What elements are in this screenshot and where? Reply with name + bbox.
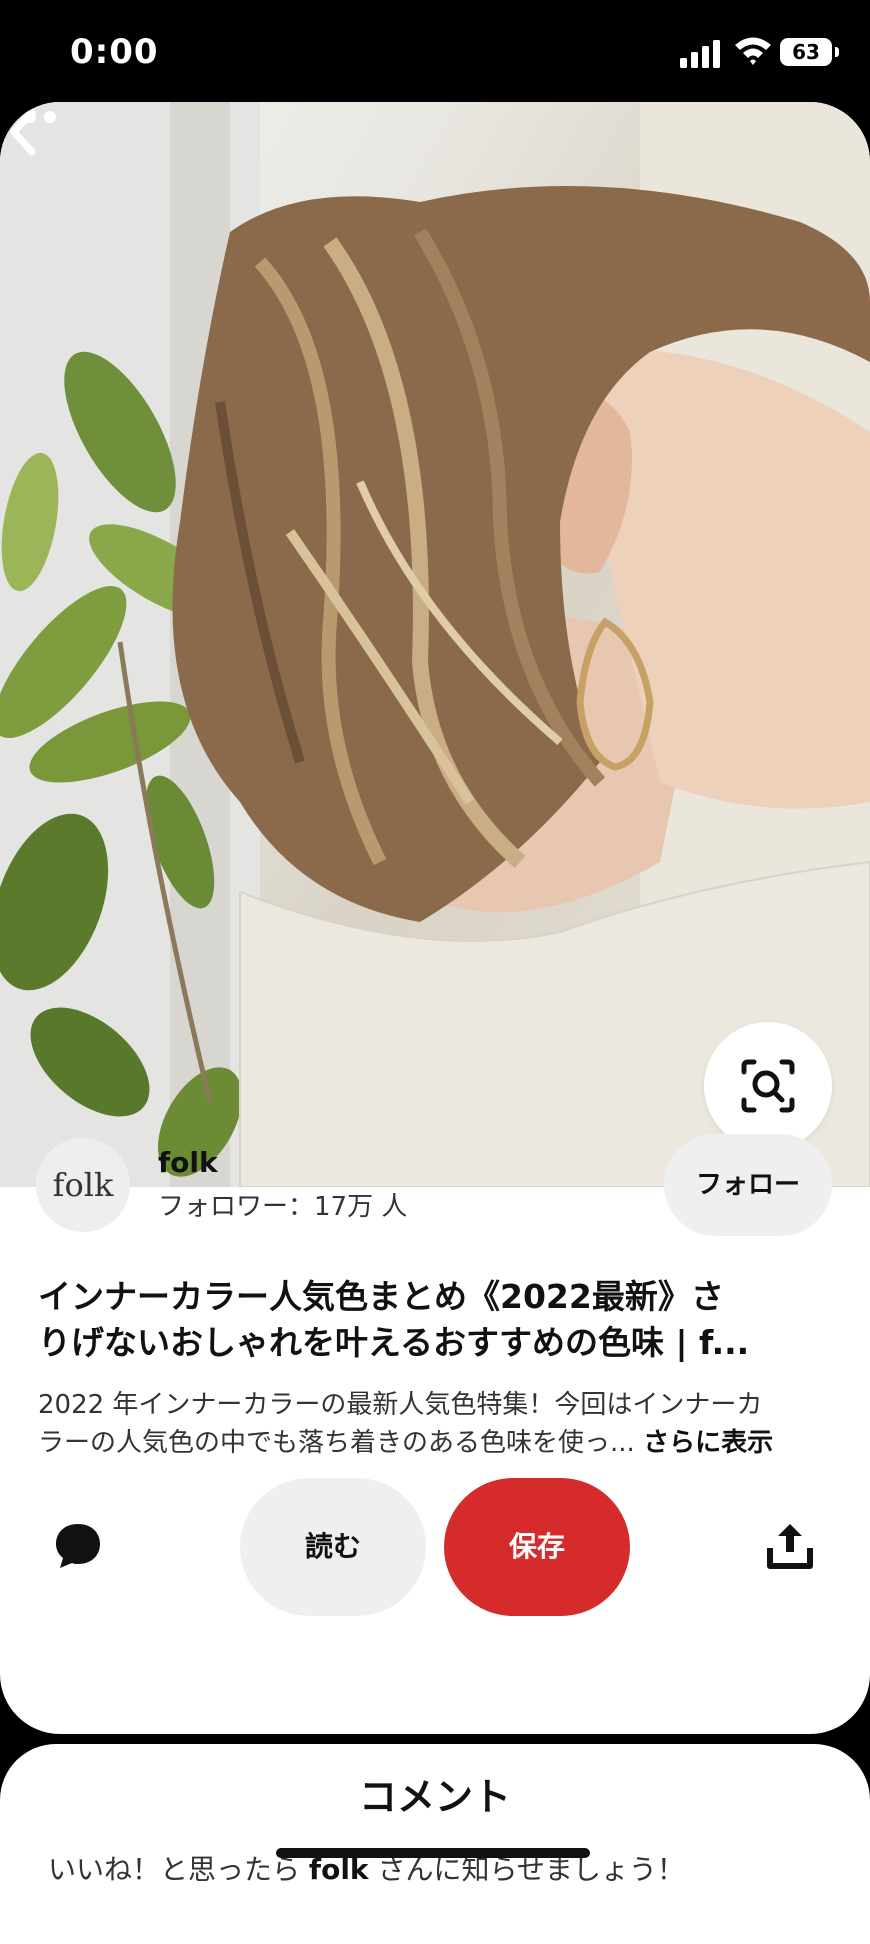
pin-title-line: インナーカラー人気色まとめ《2022最新》さ [38,1277,724,1316]
pin-description-line: 2022 年インナーカラーの最新人気色特集！今回はインナーカ [38,1390,763,1420]
pin-description-line: ラーの人気色の中でも落ち着きのある色味を使っ... さらに表示 [38,1424,838,1462]
battery-icon: 63 [780,38,832,66]
avatar[interactable]: folk [36,1138,130,1232]
status-bar: 0:00 63 [0,0,870,104]
comments-sheet: コメント いいね！と思ったら folk さんに知らせましょう！ [0,1744,870,1944]
home-indicator [276,1848,590,1858]
share-icon[interactable] [764,1520,816,1572]
comments-title: コメント [358,1775,511,1819]
comment-icon[interactable] [52,1520,104,1572]
ellipsis-icon[interactable] [0,102,60,132]
wifi-icon [735,37,771,65]
read-button[interactable]: 読む [240,1478,426,1616]
pin-title: インナーカラー人気色まとめ《2022最新》さ りげないおしゃれを叶えるおすすめの… [38,1274,838,1366]
signal-icon [680,40,720,68]
save-button[interactable]: 保存 [444,1478,630,1616]
pin-card [0,102,870,1734]
pin-description-text: ラーの人気色の中でも落ち着きのある色味を使っ... [38,1428,644,1458]
hint-prefix: いいね！と思ったら [48,1853,309,1886]
show-more-link[interactable]: さらに表示 [643,1428,773,1458]
pin-title-line: りげないおしゃれを叶えるおすすめの色味 | f... [38,1323,750,1362]
pin-image[interactable] [0,102,870,1187]
follower-count: フォロワー：17万 人 [158,1192,408,1222]
creator-row: folk folk フォロワー：17万 人 フォロー [0,1126,870,1244]
creator-name[interactable]: folk [158,1146,218,1179]
pin-description: 2022 年インナーカラーの最新人気色特集！今回はインナーカ ラーの人気色の中で… [38,1386,838,1462]
status-time: 0:00 [70,32,159,72]
follow-button[interactable]: フォロー [664,1134,832,1236]
battery-nub [835,47,839,57]
